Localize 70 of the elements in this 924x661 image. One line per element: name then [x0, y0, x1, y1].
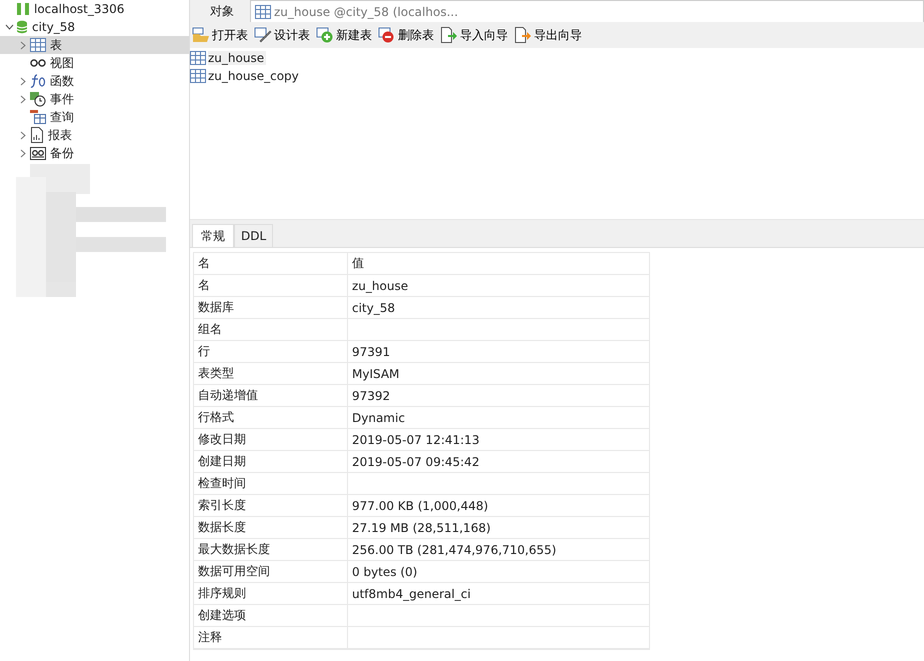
- function-icon: [30, 74, 46, 88]
- table-list-item[interactable]: zu_house_copy: [208, 69, 301, 83]
- tab[interactable]: zu_house @city_58 (localhos...: [250, 0, 924, 22]
- folder-icon: [192, 27, 210, 43]
- property-value: city_58: [352, 300, 396, 314]
- property-value: utf8mb4_general_ci: [352, 586, 471, 600]
- property-value: 97392: [352, 388, 390, 402]
- tree-item[interactable]: 函数: [0, 72, 189, 90]
- property-value: 97391: [352, 344, 390, 358]
- property-value: 977.00 KB (1,000,448): [352, 498, 488, 512]
- column-header: 名: [197, 255, 211, 272]
- property-name: 检查时间: [197, 475, 247, 492]
- property-name: 排序规则: [197, 585, 247, 602]
- tree-item[interactable]: 查询: [0, 108, 189, 126]
- property-value: 2019-05-07 09:45:42: [352, 454, 480, 468]
- toolbar-button[interactable]: 删除表: [378, 26, 434, 44]
- toolbar-button[interactable]: 设计表: [254, 26, 310, 44]
- table-icon: [255, 4, 271, 18]
- property-value: Dynamic: [352, 410, 405, 424]
- property-name: 数据可用空间: [197, 563, 271, 580]
- property-name: 最大数据长度: [197, 541, 271, 558]
- property-name: 组名: [197, 321, 223, 338]
- table-list-item[interactable]: zu_house: [208, 51, 266, 65]
- tab[interactable]: 常规: [192, 224, 234, 247]
- tree-item[interactable]: 表: [0, 36, 189, 54]
- property-value: 0 bytes (0): [352, 564, 418, 578]
- property-name: 行格式: [197, 409, 235, 426]
- property-value: zu_house: [352, 278, 408, 292]
- property-name: 数据库: [197, 299, 235, 316]
- connection-label[interactable]: localhost_3306: [34, 2, 124, 16]
- toolbar-button[interactable]: 打开表: [192, 26, 248, 44]
- toolbar-button[interactable]: 导出向导: [514, 26, 582, 44]
- table-icon: [190, 69, 206, 83]
- property-value: 27.19 MB (28,511,168): [352, 520, 491, 534]
- tree-item[interactable]: 事件: [0, 90, 189, 108]
- property-value: MyISAM: [352, 366, 400, 380]
- toolbar-button[interactable]: 新建表: [316, 26, 372, 44]
- property-name: 行: [197, 343, 211, 360]
- toolbar-button[interactable]: 导入向导: [440, 26, 508, 44]
- tree-item[interactable]: 视图: [0, 54, 189, 72]
- report-icon: [30, 127, 44, 143]
- database-icon: [16, 20, 28, 34]
- table-icon: [190, 51, 206, 65]
- column-header: 值: [347, 253, 649, 274]
- property-name: 数据长度: [197, 519, 247, 536]
- tab[interactable]: DDL: [234, 224, 274, 247]
- property-name: 注释: [197, 629, 223, 646]
- delete-table-icon: [378, 27, 396, 43]
- clock-icon: [30, 92, 46, 106]
- backup-icon: [30, 146, 46, 160]
- pencil-table-icon: [254, 27, 272, 43]
- export-icon: [514, 27, 532, 43]
- tree-item[interactable]: 备份: [0, 144, 189, 162]
- property-name: 索引长度: [197, 497, 247, 514]
- property-name: 创建选项: [197, 607, 247, 624]
- property-name: 表类型: [197, 365, 235, 382]
- import-icon: [440, 27, 458, 43]
- table-icon: [30, 38, 46, 52]
- property-value: 256.00 TB (281,474,976,710,655): [352, 542, 556, 556]
- property-value: 2019-05-07 12:41:13: [352, 432, 480, 446]
- tree-item[interactable]: 报表: [0, 126, 189, 144]
- database-label[interactable]: city_58: [32, 20, 76, 34]
- property-name: 修改日期: [197, 431, 247, 448]
- add-table-icon: [316, 27, 334, 43]
- property-name: 创建日期: [197, 453, 247, 470]
- property-name: 自动递增值: [197, 387, 259, 404]
- glasses-icon: [30, 59, 46, 67]
- query-icon: [30, 110, 46, 124]
- connection-icon: [16, 2, 30, 16]
- property-name: 名: [197, 277, 211, 294]
